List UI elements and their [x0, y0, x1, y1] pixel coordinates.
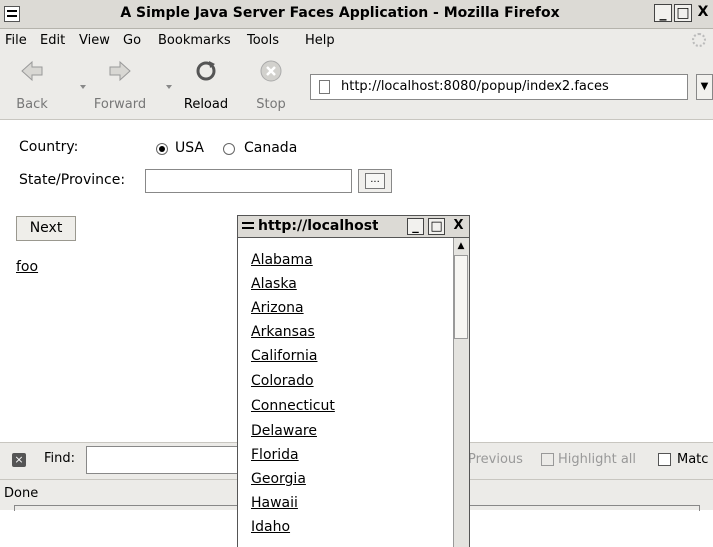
state-link[interactable]: Arkansas — [251, 324, 315, 340]
window-menu-icon[interactable] — [4, 6, 20, 22]
state-link[interactable]: California — [251, 348, 317, 364]
window-title: A Simple Java Server Faces Application -… — [120, 5, 560, 21]
menu-help[interactable]: Help — [305, 33, 335, 48]
stop-label: Stop — [256, 97, 286, 112]
canada-radio[interactable] — [223, 143, 235, 155]
close-button[interactable]: X — [694, 4, 712, 22]
popup-close-button[interactable]: X — [450, 218, 467, 235]
find-previous-button[interactable]: Previous — [468, 452, 523, 467]
state-link[interactable]: Hawaii — [251, 495, 298, 511]
usa-radio[interactable] — [156, 143, 168, 155]
back-button[interactable]: Back — [2, 57, 62, 115]
state-link[interactable]: Delaware — [251, 423, 317, 439]
state-link[interactable]: Georgia — [251, 471, 306, 487]
close-find-icon[interactable]: × — [12, 453, 26, 467]
forward-label: Forward — [93, 97, 147, 112]
state-link[interactable]: Florida — [251, 447, 299, 463]
state-link[interactable]: Alabama — [251, 252, 313, 268]
scroll-up-icon[interactable]: ▲ — [454, 240, 468, 252]
state-link[interactable]: Alaska — [251, 276, 297, 292]
back-dropdown-icon[interactable] — [80, 85, 86, 89]
match-case-checkbox[interactable] — [658, 453, 671, 466]
canada-label: Canada — [244, 140, 298, 156]
url-dropdown-button[interactable]: ▼ — [696, 74, 713, 100]
menu-go[interactable]: Go — [123, 33, 141, 48]
scroll-thumb[interactable] — [454, 255, 468, 339]
reload-icon — [196, 61, 216, 81]
menu-tools[interactable]: Tools — [247, 33, 279, 48]
back-label: Back — [16, 97, 48, 112]
stop-button[interactable]: Stop — [241, 57, 301, 115]
stop-icon — [260, 60, 282, 82]
menu-bar: File Edit View Go Bookmarks Tools Help — [0, 29, 713, 53]
menu-file[interactable]: File — [5, 33, 27, 48]
state-link[interactable]: Idaho — [251, 519, 290, 535]
url-text: http://localhost:8080/popup/index2.faces — [341, 79, 609, 94]
state-link[interactable]: Connecticut — [251, 398, 335, 414]
back-arrow-icon — [21, 60, 43, 82]
find-label: Find: — [44, 451, 76, 466]
menu-edit[interactable]: Edit — [40, 33, 65, 48]
menu-bookmarks[interactable]: Bookmarks — [158, 33, 231, 48]
state-input[interactable] — [145, 169, 352, 193]
highlight-icon — [541, 453, 554, 466]
browse-label: ... — [365, 173, 385, 189]
forward-button[interactable]: Forward — [90, 57, 150, 115]
maximize-button[interactable]: □ — [674, 4, 692, 22]
browse-states-button[interactable]: ... — [358, 169, 392, 193]
foo-link[interactable]: foo — [16, 259, 38, 275]
reload-label: Reload — [183, 97, 229, 112]
url-bar[interactable]: http://localhost:8080/popup/index2.faces — [310, 74, 688, 100]
usa-label: USA — [175, 140, 204, 156]
popup-title: http://localhost:8080 — [258, 218, 378, 234]
popup-maximize-button[interactable]: □ — [428, 218, 445, 235]
forward-dropdown-icon[interactable] — [166, 85, 172, 89]
throbber-icon — [692, 33, 706, 47]
state-link[interactable]: Arizona — [251, 300, 304, 316]
country-label: Country: — [19, 139, 79, 155]
popup-menu-icon[interactable] — [241, 219, 255, 233]
status-text: Done — [4, 486, 39, 501]
forward-arrow-icon — [109, 60, 131, 82]
next-button[interactable]: Next — [16, 216, 76, 241]
state-label: State/Province: — [19, 172, 126, 188]
popup-minimize-button[interactable]: _ — [407, 218, 424, 235]
minimize-button[interactable]: _ — [654, 4, 672, 22]
window-titlebar[interactable]: A Simple Java Server Faces Application -… — [0, 0, 713, 29]
highlight-all-button[interactable]: Highlight all — [558, 452, 636, 467]
state-link[interactable]: Colorado — [251, 373, 314, 389]
page-icon — [319, 80, 330, 94]
find-input[interactable] — [86, 446, 246, 474]
menu-view[interactable]: View — [79, 33, 110, 48]
match-case-label: Matc — [677, 452, 709, 467]
reload-button[interactable]: Reload — [176, 57, 236, 115]
